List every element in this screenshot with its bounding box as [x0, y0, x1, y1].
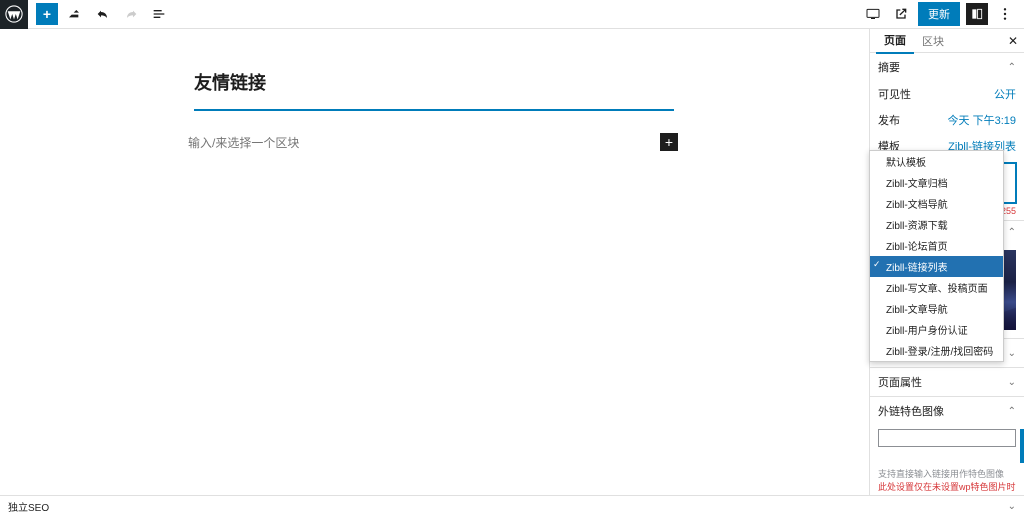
settings-toggle-button[interactable] [966, 3, 988, 25]
chevron-down-icon: ⌄ [1008, 377, 1016, 388]
publish-row[interactable]: 发布 今天 下午3:19 [870, 107, 1024, 133]
wordpress-logo[interactable] [0, 0, 28, 29]
summary-heading: 摘要 [878, 59, 900, 75]
upload-button[interactable]: 上传 [1020, 429, 1024, 463]
external-image-url-input[interactable] [878, 429, 1016, 447]
external-image-heading: 外链特色图像 [878, 403, 944, 419]
template-option[interactable]: Zibll-文档导航 [870, 193, 1003, 214]
update-button[interactable]: 更新 [918, 2, 960, 26]
document-outline-icon[interactable] [148, 3, 170, 25]
tab-block[interactable]: 区块 [914, 29, 952, 53]
external-image-warning: 此处设置仅在未设置wp特色图片时有效 [870, 480, 1024, 495]
publish-value: 今天 下午3:19 [948, 112, 1016, 128]
footer-left-label[interactable]: 独立SEO [8, 499, 49, 514]
page-attributes-heading: 页面属性 [878, 374, 922, 390]
template-dropdown[interactable]: 默认模板Zibll-文章归档Zibll-文档导航Zibll-资源下载Zibll-… [869, 150, 1004, 362]
editor-canvas: 友情链接 输入/来选择一个区块 + [0, 29, 869, 495]
more-options-icon[interactable] [994, 3, 1016, 25]
chevron-up-icon: ⌃ [1008, 227, 1016, 238]
visibility-row[interactable]: 可见性 公开 [870, 81, 1024, 107]
external-preview-icon[interactable] [890, 3, 912, 25]
chevron-up-icon: ⌃ [1008, 62, 1016, 73]
tab-page[interactable]: 页面 [876, 29, 914, 54]
template-option[interactable]: Zibll-文章导航 [870, 298, 1003, 319]
title-underline [194, 109, 674, 111]
external-image-hint: 支持直接输入链接用作特色图像 [870, 467, 1024, 480]
add-block-button[interactable]: + [36, 3, 58, 25]
template-option[interactable]: Zibll-链接列表 [870, 256, 1003, 277]
inline-add-block-button[interactable]: + [660, 133, 678, 151]
template-option[interactable]: Zibll-写文章、投稿页面 [870, 277, 1003, 298]
page-title[interactable]: 友情链接 [194, 69, 674, 105]
footer-bar: 独立SEO ⌄ [0, 495, 1024, 517]
visibility-label: 可见性 [878, 86, 911, 102]
page-attributes-section-header[interactable]: 页面属性 ⌄ [870, 368, 1024, 396]
visibility-value: 公开 [994, 86, 1016, 102]
chevron-down-icon: ⌄ [1008, 348, 1016, 359]
template-option[interactable]: 默认模板 [870, 151, 1003, 172]
close-sidebar-icon[interactable]: ✕ [1008, 34, 1018, 48]
summary-section-header[interactable]: 摘要 ⌃ [870, 53, 1024, 81]
template-option[interactable]: Zibll-文章归档 [870, 172, 1003, 193]
external-image-section-header[interactable]: 外链特色图像 ⌃ [870, 397, 1024, 425]
template-option[interactable]: Zibll-资源下载 [870, 214, 1003, 235]
chevron-up-icon: ⌃ [1008, 406, 1016, 417]
edit-mode-icon[interactable] [64, 3, 86, 25]
undo-icon[interactable] [92, 3, 114, 25]
template-option[interactable]: Zibll-用户身份认证 [870, 319, 1003, 340]
template-option[interactable]: Zibll-登录/注册/找回密码 [870, 340, 1003, 361]
footer-expand-icon[interactable]: ⌄ [1008, 501, 1016, 512]
redo-icon [120, 3, 142, 25]
block-placeholder-text[interactable]: 输入/来选择一个区块 [188, 134, 299, 151]
publish-label: 发布 [878, 112, 900, 128]
top-toolbar: + 更新 [0, 0, 1024, 29]
template-option[interactable]: Zibll-论坛首页 [870, 235, 1003, 256]
device-preview-icon[interactable] [862, 3, 884, 25]
